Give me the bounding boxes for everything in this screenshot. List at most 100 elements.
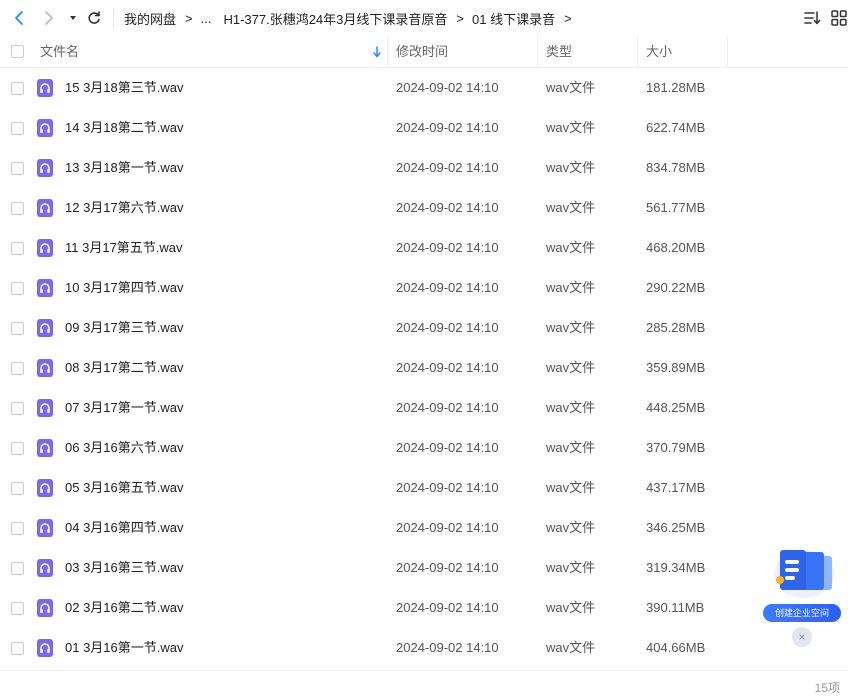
refresh-button[interactable] xyxy=(84,8,104,28)
file-size: 370.79MB xyxy=(646,440,706,455)
file-row[interactable]: 13 3月18第一节.wav 2024-09-02 14:10 wav文件 83… xyxy=(0,148,848,188)
create-enterprise-space-button[interactable]: 创建企业空间 xyxy=(763,604,841,622)
file-modified-time: 2024-09-02 14:10 xyxy=(396,280,499,295)
history-dropdown-button[interactable] xyxy=(63,8,83,28)
file-type: wav文件 xyxy=(546,360,596,375)
file-name[interactable]: 05 3月16第五节.wav xyxy=(65,468,184,508)
column-time[interactable]: 修改时间 xyxy=(396,36,448,68)
row-checkbox[interactable] xyxy=(11,362,24,375)
file-row[interactable]: 01 3月16第一节.wav 2024-09-02 14:10 wav文件 40… xyxy=(0,628,848,668)
breadcrumb-item-current[interactable]: 01 线下课录音 xyxy=(472,9,555,28)
file-row[interactable]: 07 3月17第一节.wav 2024-09-02 14:10 wav文件 44… xyxy=(0,388,848,428)
file-row[interactable]: 03 3月16第三节.wav 2024-09-02 14:10 wav文件 31… xyxy=(0,548,848,588)
file-name[interactable]: 06 3月16第六节.wav xyxy=(65,428,184,468)
audio-file-icon xyxy=(37,519,53,537)
row-checkbox[interactable] xyxy=(11,202,24,215)
file-modified-time: 2024-09-02 14:10 xyxy=(396,80,499,95)
audio-file-icon xyxy=(37,79,53,97)
breadcrumb-separator: > xyxy=(185,10,193,26)
file-name[interactable]: 03 3月16第三节.wav xyxy=(65,548,184,588)
file-name[interactable]: 15 3月18第三节.wav xyxy=(65,68,184,108)
file-name[interactable]: 10 3月17第四节.wav xyxy=(65,268,184,308)
toolbar-divider xyxy=(113,9,114,27)
file-name[interactable]: 11 3月17第五节.wav xyxy=(65,228,183,268)
row-checkbox[interactable] xyxy=(11,282,24,295)
row-checkbox[interactable] xyxy=(11,602,24,615)
file-modified-time: 2024-09-02 14:10 xyxy=(396,360,499,375)
breadcrumb-separator: > xyxy=(456,10,464,26)
breadcrumb-separator: > xyxy=(564,10,572,26)
file-row[interactable]: 14 3月18第二节.wav 2024-09-02 14:10 wav文件 62… xyxy=(0,108,848,148)
file-modified-time: 2024-09-02 14:10 xyxy=(396,560,499,575)
file-row[interactable]: 02 3月16第二节.wav 2024-09-02 14:10 wav文件 39… xyxy=(0,588,848,628)
column-size[interactable]: 大小 xyxy=(646,36,672,68)
breadcrumb-item-root[interactable]: 我的网盘 xyxy=(124,9,176,28)
file-name[interactable]: 09 3月17第三节.wav xyxy=(65,308,184,348)
file-size: 437.17MB xyxy=(646,480,706,495)
audio-file-icon xyxy=(37,599,53,617)
file-type: wav文件 xyxy=(546,280,596,295)
file-type: wav文件 xyxy=(546,160,596,175)
file-row[interactable]: 04 3月16第四节.wav 2024-09-02 14:10 wav文件 34… xyxy=(0,508,848,548)
row-checkbox[interactable] xyxy=(11,642,24,655)
select-all-checkbox[interactable] xyxy=(11,45,24,58)
file-type: wav文件 xyxy=(546,480,596,495)
column-divider[interactable] xyxy=(637,36,638,68)
column-type[interactable]: 类型 xyxy=(546,36,572,68)
file-row[interactable]: 15 3月18第三节.wav 2024-09-02 14:10 wav文件 18… xyxy=(0,68,848,108)
breadcrumb-item-ellipsis[interactable]: ... xyxy=(201,11,212,26)
file-type: wav文件 xyxy=(546,600,596,615)
file-name[interactable]: 02 3月16第二节.wav xyxy=(65,588,184,628)
row-checkbox[interactable] xyxy=(11,322,24,335)
file-size: 181.28MB xyxy=(646,80,706,95)
file-row[interactable]: 11 3月17第五节.wav 2024-09-02 14:10 wav文件 46… xyxy=(0,228,848,268)
file-name[interactable]: 08 3月17第二节.wav xyxy=(65,348,184,388)
file-name[interactable]: 13 3月18第一节.wav xyxy=(65,148,184,188)
audio-file-icon xyxy=(37,439,53,457)
file-row[interactable]: 05 3月16第五节.wav 2024-09-02 14:10 wav文件 43… xyxy=(0,468,848,508)
forward-button[interactable] xyxy=(39,8,59,28)
footer-divider xyxy=(0,670,848,671)
file-modified-time: 2024-09-02 14:10 xyxy=(396,480,499,495)
grid-view-icon xyxy=(831,10,847,26)
file-row[interactable]: 06 3月16第六节.wav 2024-09-02 14:10 wav文件 37… xyxy=(0,428,848,468)
row-checkbox[interactable] xyxy=(11,242,24,255)
row-checkbox[interactable] xyxy=(11,562,24,575)
file-type: wav文件 xyxy=(546,440,596,455)
breadcrumb-item-folder[interactable]: H1-377.张穗鸿24年3月线下课录音原音 xyxy=(223,9,447,28)
column-divider[interactable] xyxy=(537,36,538,68)
file-modified-time: 2024-09-02 14:10 xyxy=(396,600,499,615)
file-size: 346.25MB xyxy=(646,520,706,535)
row-checkbox[interactable] xyxy=(11,482,24,495)
column-name[interactable]: 文件名 xyxy=(40,36,79,68)
sort-arrow-icon[interactable] xyxy=(372,46,382,58)
file-name[interactable]: 04 3月16第四节.wav xyxy=(65,508,184,548)
file-size: 834.78MB xyxy=(646,160,706,175)
chevron-right-icon xyxy=(45,11,53,25)
sort-button[interactable] xyxy=(803,9,821,27)
row-checkbox[interactable] xyxy=(11,522,24,535)
grid-view-button[interactable] xyxy=(830,9,848,27)
file-name[interactable]: 07 3月17第一节.wav xyxy=(65,388,184,428)
column-divider[interactable] xyxy=(727,36,728,68)
file-name[interactable]: 14 3月18第二节.wav xyxy=(65,108,184,148)
file-row[interactable]: 12 3月17第六节.wav 2024-09-02 14:10 wav文件 56… xyxy=(0,188,848,228)
audio-file-icon xyxy=(37,119,53,137)
file-row[interactable]: 09 3月17第三节.wav 2024-09-02 14:10 wav文件 28… xyxy=(0,308,848,348)
file-size: 290.22MB xyxy=(646,280,706,295)
row-checkbox[interactable] xyxy=(11,82,24,95)
file-row[interactable]: 10 3月17第四节.wav 2024-09-02 14:10 wav文件 29… xyxy=(0,268,848,308)
row-checkbox[interactable] xyxy=(11,122,24,135)
column-divider[interactable] xyxy=(387,36,388,68)
file-size: 622.74MB xyxy=(646,120,706,135)
file-row[interactable]: 08 3月17第二节.wav 2024-09-02 14:10 wav文件 35… xyxy=(0,348,848,388)
back-button[interactable] xyxy=(9,8,29,28)
enterprise-space-icon[interactable] xyxy=(768,546,838,606)
row-checkbox[interactable] xyxy=(11,402,24,415)
row-checkbox[interactable] xyxy=(11,442,24,455)
close-icon[interactable]: × xyxy=(792,627,812,647)
file-name[interactable]: 01 3月16第一节.wav xyxy=(65,628,184,668)
file-name[interactable]: 12 3月17第六节.wav xyxy=(65,188,184,228)
file-size: 359.89MB xyxy=(646,360,706,375)
row-checkbox[interactable] xyxy=(11,162,24,175)
